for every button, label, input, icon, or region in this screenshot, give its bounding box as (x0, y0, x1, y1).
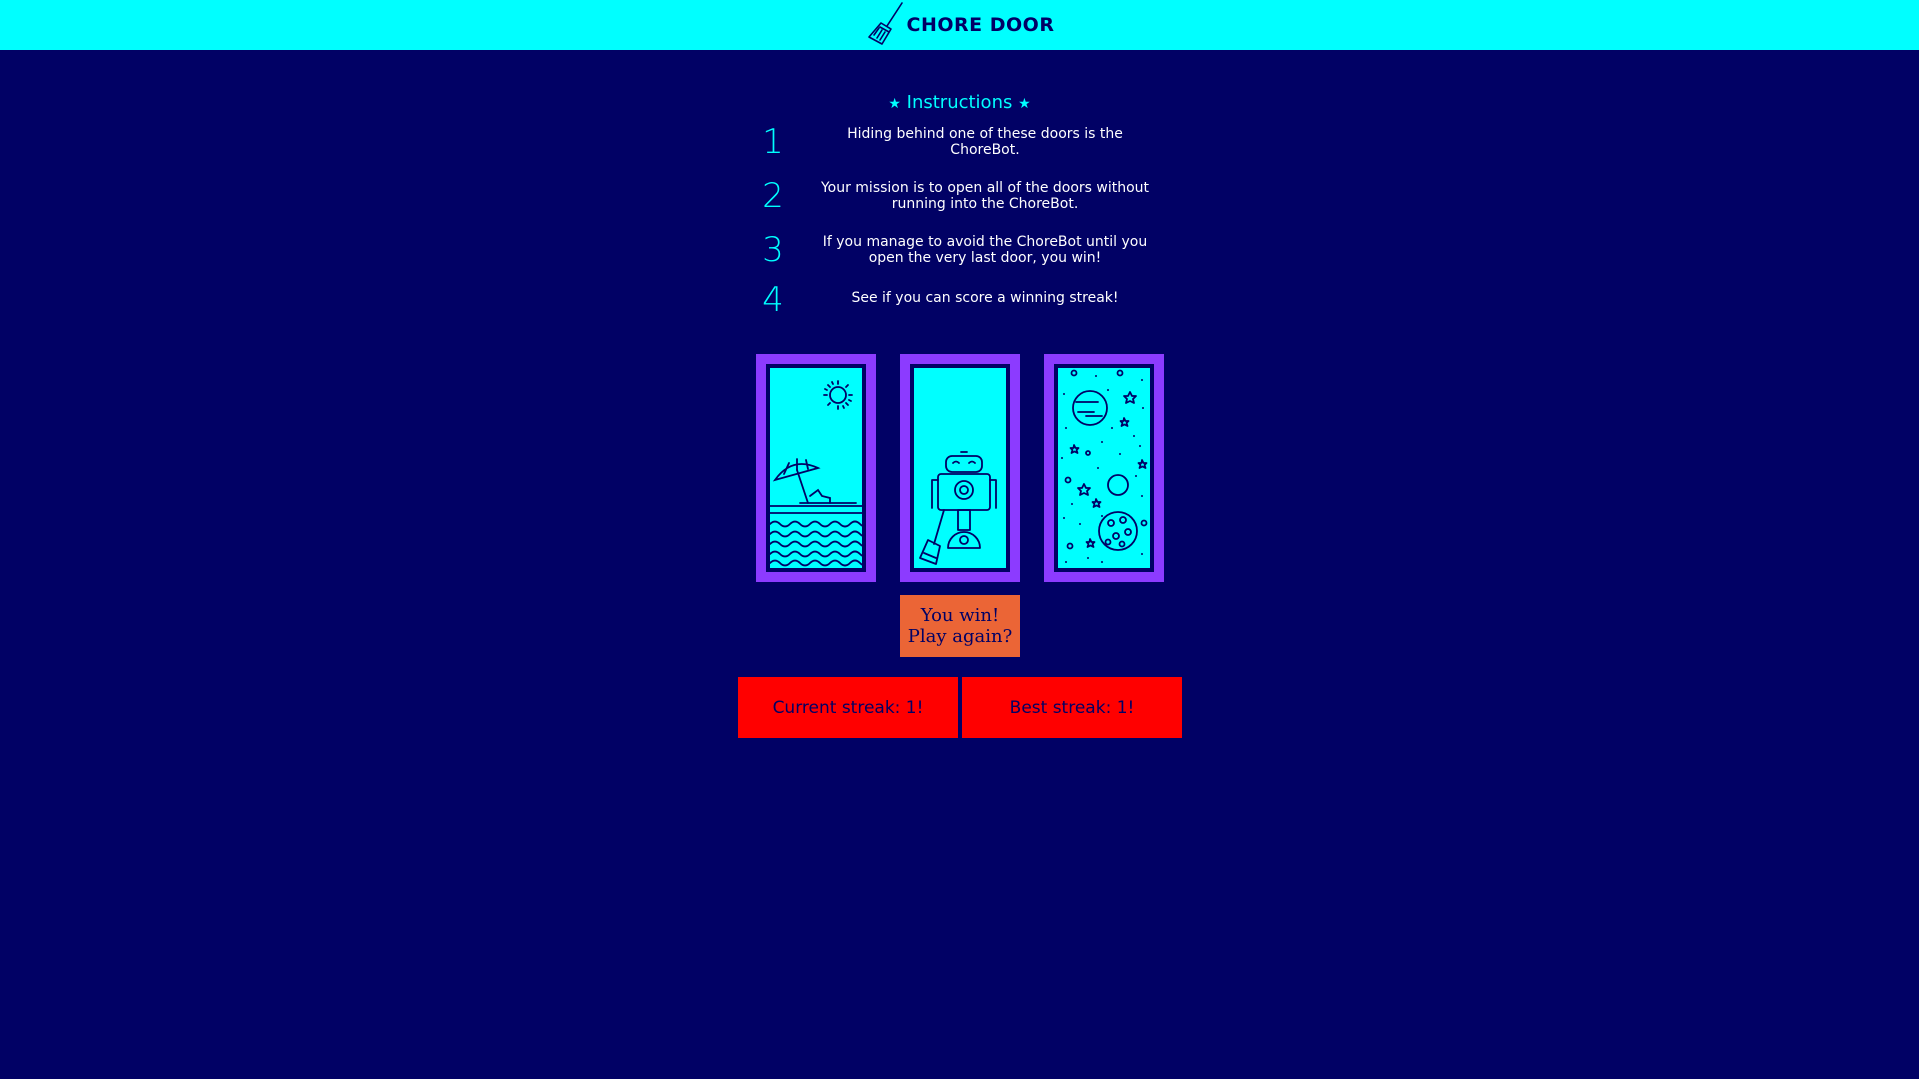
best-streak: Best streak: 1! (962, 677, 1182, 738)
instruction-text: Hiding behind one of these doors is the … (847, 126, 1123, 158)
broom-icon (867, 2, 903, 45)
instruction-row-3: 3 If you manage to avoid the ChoreBot un… (740, 230, 1160, 272)
instruction-text: See if you can score a winning streak! (851, 290, 1119, 306)
door-3[interactable] (1044, 354, 1164, 582)
instruction-row-2: 2 Your mission is to open all of the doo… (740, 176, 1160, 218)
door-2[interactable] (900, 354, 1020, 582)
app-title: CHORE DOOR (906, 14, 1055, 36)
door-1[interactable] (756, 354, 876, 582)
header-bar: CHORE DOOR (0, 0, 1919, 50)
instructions-title: Instructions (906, 92, 1013, 113)
instruction-number: 3 (762, 230, 784, 270)
instruction-row-1: 1 Hiding behind one of these doors is th… (740, 122, 1160, 164)
beach-icon (770, 380, 862, 567)
instruction-number: 4 (762, 280, 784, 320)
instruction-text: Your mission is to open all of the doors… (820, 180, 1150, 212)
instructions-heading: ★ Instructions ★ (0, 92, 1919, 113)
star-icon: ★ (888, 96, 901, 112)
instruction-row-4: 4 See if you can score a winning streak! (740, 280, 1160, 322)
instruction-number: 1 (762, 122, 784, 162)
robot-icon (919, 451, 997, 565)
current-streak: Current streak: 1! (738, 677, 958, 738)
space-icon (1061, 369, 1148, 563)
play-again-button[interactable]: You win! Play again? (900, 595, 1020, 657)
instruction-number: 2 (762, 176, 784, 216)
instruction-text: If you manage to avoid the ChoreBot unti… (822, 234, 1148, 266)
logo: CHORE DOOR (865, 2, 1055, 47)
star-icon: ★ (1018, 96, 1031, 112)
